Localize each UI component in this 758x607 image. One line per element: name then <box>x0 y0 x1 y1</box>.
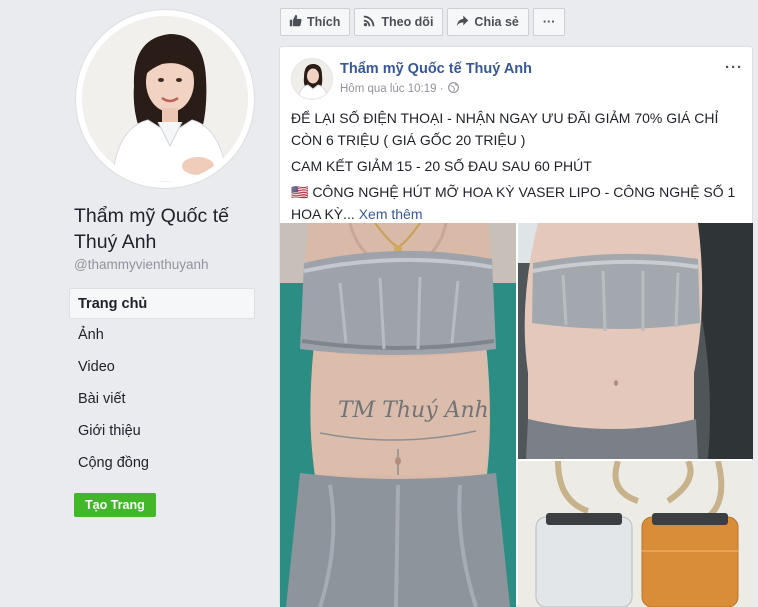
share-arrow-icon <box>456 14 474 30</box>
like-label: Thích <box>307 15 341 29</box>
post-line-commitment: CAM KẾT GIẢM 15 - 20 SỐ ĐAU SAU 60 PHÚT <box>291 158 592 174</box>
post-timestamp[interactable]: Hôm qua lúc 10:19 · <box>340 82 459 96</box>
more-actions-button[interactable]: ··· <box>532 8 566 36</box>
post-line-technology-text: 🇺🇸 CÔNG NGHỆ HÚT MỠ HOA KỲ VASER LIPO - … <box>291 184 736 222</box>
page-handle[interactable]: @thammyvienthuyanh <box>74 257 209 272</box>
create-page-button[interactable]: Tạo Trang <box>74 493 156 517</box>
page-name[interactable]: Thẩm mỹ Quốc tế Thuý Anh <box>74 203 254 255</box>
post-author-avatar[interactable] <box>291 58 333 100</box>
like-button[interactable]: Thích <box>280 8 351 36</box>
globe-icon <box>444 82 459 96</box>
nav-item-community[interactable]: Cộng đồng <box>69 448 255 479</box>
see-more-link[interactable]: Xem thêm <box>359 206 423 222</box>
follow-button[interactable]: Theo dõi <box>354 8 444 36</box>
post-photo-main[interactable]: TM Thuý Anh <box>280 223 516 607</box>
thumbs-up-icon <box>289 14 307 30</box>
post-author-name[interactable]: Thẩm mỹ Quốc tế Thuý Anh <box>340 61 532 77</box>
page-actions: Thích Theo dõi Chia sẻ ··· <box>280 8 566 36</box>
profile-photo <box>82 16 248 182</box>
share-button[interactable]: Chia sẻ <box>447 8 529 36</box>
follow-label: Theo dõi <box>381 15 434 29</box>
rss-icon <box>363 14 381 30</box>
nav-item-photos[interactable]: Ảnh <box>69 320 255 351</box>
post-photo-secondary[interactable] <box>518 223 753 459</box>
more-dots-icon: ··· <box>542 15 556 29</box>
post-card: Thẩm mỹ Quốc tế Thuý Anh Hôm qua lúc 10:… <box>279 46 753 607</box>
nav-item-about[interactable]: Giới thiệu <box>69 416 255 447</box>
post-timestamp-text: Hôm qua lúc 10:19 · <box>340 83 444 95</box>
nav-item-home[interactable]: Trang chủ <box>69 288 255 319</box>
nav-item-posts[interactable]: Bài viết <box>69 384 255 415</box>
post-photo-equipment[interactable] <box>518 461 753 607</box>
profile-picture[interactable] <box>76 10 254 188</box>
photo-handwriting: TM Thuý Anh <box>338 398 489 423</box>
share-label: Chia sẻ <box>474 15 519 29</box>
page-nav: Trang chủ Ảnh Video Bài viết Giới thiệu … <box>69 288 255 480</box>
page-sidebar: Thẩm mỹ Quốc tế Thuý Anh @thammyvienthuy… <box>0 0 266 600</box>
post-line-offer: ĐỂ LẠI SỐ ĐIỆN THOẠI - NHẬN NGAY ƯU ĐÃI … <box>291 110 719 148</box>
post-line-technology: 🇺🇸 CÔNG NGHỆ HÚT MỠ HOA KỲ VASER LIPO - … <box>291 181 737 225</box>
nav-item-videos[interactable]: Video <box>69 352 255 383</box>
post-body: ĐỂ LẠI SỐ ĐIỆN THOẠI - NHẬN NGAY ƯU ĐÃI … <box>291 107 737 229</box>
post-options-button[interactable]: ··· <box>725 59 743 76</box>
